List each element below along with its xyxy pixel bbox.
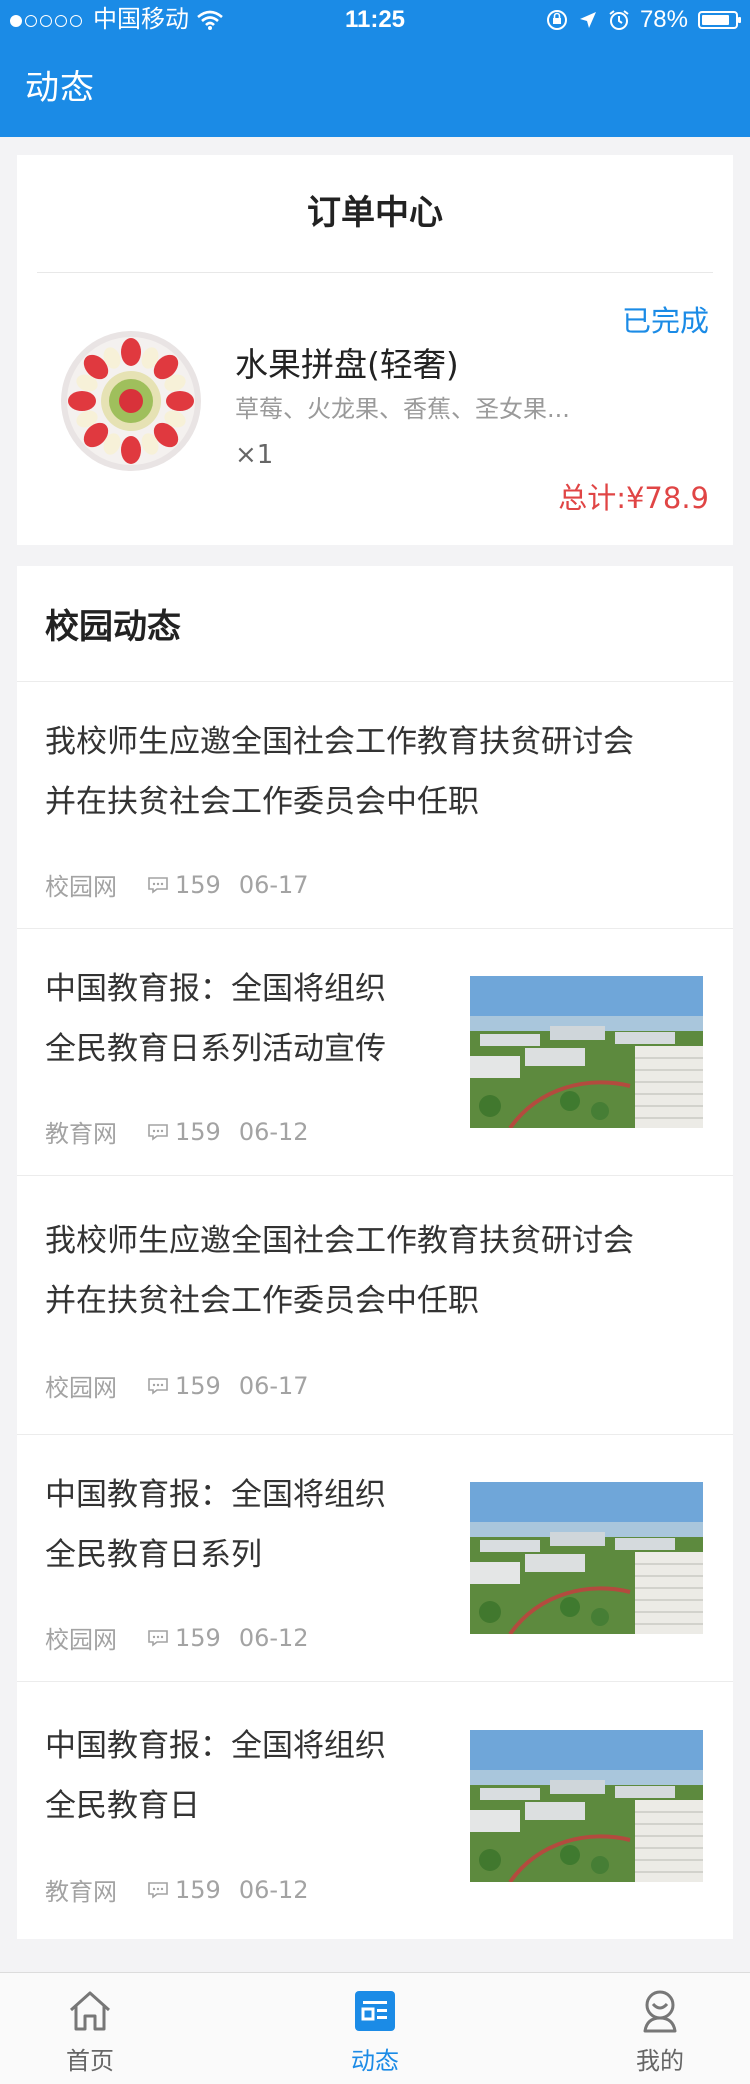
news-title-line: 我校师生应邀全国社会工作教育扶贫研讨会 bbox=[45, 1223, 634, 1259]
news-comments: 159 bbox=[147, 1624, 221, 1652]
news-meta: 校园网 159 06-12 bbox=[45, 1620, 309, 1655]
campus-thumbnail-image[interactable] bbox=[470, 976, 703, 1128]
news-source: 教育网 bbox=[45, 1120, 117, 1148]
news-title: 我校师生应邀全国社会工作教育扶贫研讨会 并在扶贫社会工作委员会中任职 bbox=[45, 1211, 634, 1331]
news-meta: 校园网 159 06-17 bbox=[45, 1368, 309, 1403]
campus-news-header: 校园动态 bbox=[17, 566, 733, 682]
order-total: 总计:¥78.9 bbox=[558, 481, 709, 515]
news-comments: 159 bbox=[147, 1372, 221, 1400]
news-item[interactable]: 中国教育报：全国将组织 全民教育日系列活动宣传 教育网 159 06-12 bbox=[17, 929, 733, 1176]
campus-news-card: 校园动态 我校师生应邀全国社会工作教育扶贫研讨会 并在扶贫社会工作委员会中任职 … bbox=[17, 566, 733, 1939]
news-title-line: 并在扶贫社会工作委员会中任职 bbox=[45, 784, 479, 820]
order-product-desc: 草莓、火龙果、香蕉、圣女果... bbox=[235, 395, 570, 423]
news-source: 校园网 bbox=[45, 873, 117, 901]
order-quantity: ×1 bbox=[235, 440, 274, 470]
status-right: 78% bbox=[546, 0, 741, 40]
location-arrow-icon bbox=[579, 12, 596, 28]
divider bbox=[37, 272, 713, 273]
news-item[interactable]: 中国教育报：全国将组织 全民教育日 教育网 159 06-12 bbox=[17, 1682, 733, 1939]
order-status-badge: 已完成 bbox=[621, 304, 709, 338]
news-item[interactable]: 我校师生应邀全国社会工作教育扶贫研讨会 并在扶贫社会工作委员会中任职 校园网 1… bbox=[17, 1176, 733, 1435]
news-date: 06-17 bbox=[238, 1371, 309, 1400]
comment-icon bbox=[148, 1377, 168, 1395]
news-title: 我校师生应邀全国社会工作教育扶贫研讨会 并在扶贫社会工作委员会中任职 bbox=[45, 712, 634, 832]
tab-profile-label: 我的 bbox=[636, 2047, 684, 2075]
alarm-icon bbox=[609, 10, 629, 30]
news-date: 06-12 bbox=[238, 1875, 309, 1904]
comment-icon bbox=[148, 876, 168, 894]
tab-profile[interactable]: 我的 bbox=[595, 1973, 725, 2084]
news-date: 06-12 bbox=[238, 1623, 309, 1652]
news-date: 06-17 bbox=[238, 870, 309, 899]
order-center-title: 订单中心 bbox=[307, 193, 443, 233]
comment-icon bbox=[148, 1629, 168, 1647]
top-bar: 中国移动 11:25 78% 动态 bbox=[0, 0, 750, 137]
news-comments: 159 bbox=[147, 871, 221, 899]
home-icon bbox=[69, 1991, 111, 2031]
news-title-line: 全民教育日系列 bbox=[45, 1537, 262, 1573]
news-comments: 159 bbox=[147, 1876, 221, 1904]
news-title-line: 中国教育报：全国将组织 bbox=[45, 1477, 386, 1513]
order-center-card[interactable]: 订单中心 已完成 水果拼盘(轻奢) 草莓、火龙果、香蕉、圣女果... ×1 总计… bbox=[17, 155, 733, 545]
campus-thumbnail-image[interactable] bbox=[470, 1482, 703, 1634]
order-product-name: 水果拼盘(轻奢) bbox=[235, 345, 459, 384]
news-comment-count: 159 bbox=[175, 870, 221, 899]
news-title-line: 中国教育报：全国将组织 bbox=[45, 971, 386, 1007]
news-date: 06-12 bbox=[238, 1117, 309, 1146]
news-meta: 校园网 159 06-17 bbox=[45, 867, 309, 902]
tab-home[interactable]: 首页 bbox=[25, 1973, 155, 2084]
news-comment-count: 159 bbox=[175, 1117, 221, 1146]
news-title: 中国教育报：全国将组织 全民教育日 bbox=[45, 1716, 386, 1836]
news-title: 中国教育报：全国将组织 全民教育日系列活动宣传 bbox=[45, 959, 386, 1079]
news-comment-count: 159 bbox=[175, 1875, 221, 1904]
news-icon bbox=[355, 1991, 395, 2031]
news-title-line: 并在扶贫社会工作委员会中任职 bbox=[45, 1283, 479, 1319]
battery-percent: 78% bbox=[639, 6, 688, 33]
status-bar: 中国移动 11:25 78% bbox=[0, 0, 750, 40]
news-comment-count: 159 bbox=[175, 1371, 221, 1400]
news-source: 教育网 bbox=[45, 1878, 117, 1906]
news-title-line: 全民教育日 bbox=[45, 1788, 200, 1824]
news-item[interactable]: 我校师生应邀全国社会工作教育扶贫研讨会 并在扶贫社会工作委员会中任职 校园网 1… bbox=[17, 682, 733, 929]
campus-thumbnail-image[interactable] bbox=[470, 1730, 703, 1882]
rotation-lock-icon bbox=[546, 10, 567, 30]
tab-home-label: 首页 bbox=[66, 2047, 114, 2075]
campus-news-title: 校园动态 bbox=[45, 607, 181, 647]
news-comments: 159 bbox=[147, 1118, 221, 1146]
news-item[interactable]: 中国教育报：全国将组织 全民教育日系列 校园网 159 06-12 bbox=[17, 1435, 733, 1682]
fruit-platter-image[interactable] bbox=[60, 330, 202, 472]
tab-news[interactable]: 动态 bbox=[310, 1973, 440, 2084]
news-source: 校园网 bbox=[45, 1626, 117, 1654]
comment-icon bbox=[148, 1881, 168, 1899]
battery-icon bbox=[698, 11, 741, 29]
news-comment-count: 159 bbox=[175, 1623, 221, 1652]
page-title: 动态 bbox=[25, 68, 95, 108]
news-source: 校园网 bbox=[45, 1374, 117, 1402]
news-title-line: 全民教育日系列活动宣传 bbox=[45, 1031, 386, 1067]
news-title: 中国教育报：全国将组织 全民教育日系列 bbox=[45, 1465, 386, 1585]
tab-news-label: 动态 bbox=[351, 2047, 399, 2075]
tab-bar: 首页 动态 我的 bbox=[0, 1972, 750, 2084]
comment-icon bbox=[148, 1123, 168, 1141]
news-meta: 教育网 159 06-12 bbox=[45, 1114, 309, 1149]
news-title-line: 中国教育报：全国将组织 bbox=[45, 1728, 386, 1764]
news-meta: 教育网 159 06-12 bbox=[45, 1872, 309, 1907]
profile-icon bbox=[643, 1990, 677, 2033]
news-title-line: 我校师生应邀全国社会工作教育扶贫研讨会 bbox=[45, 724, 634, 760]
